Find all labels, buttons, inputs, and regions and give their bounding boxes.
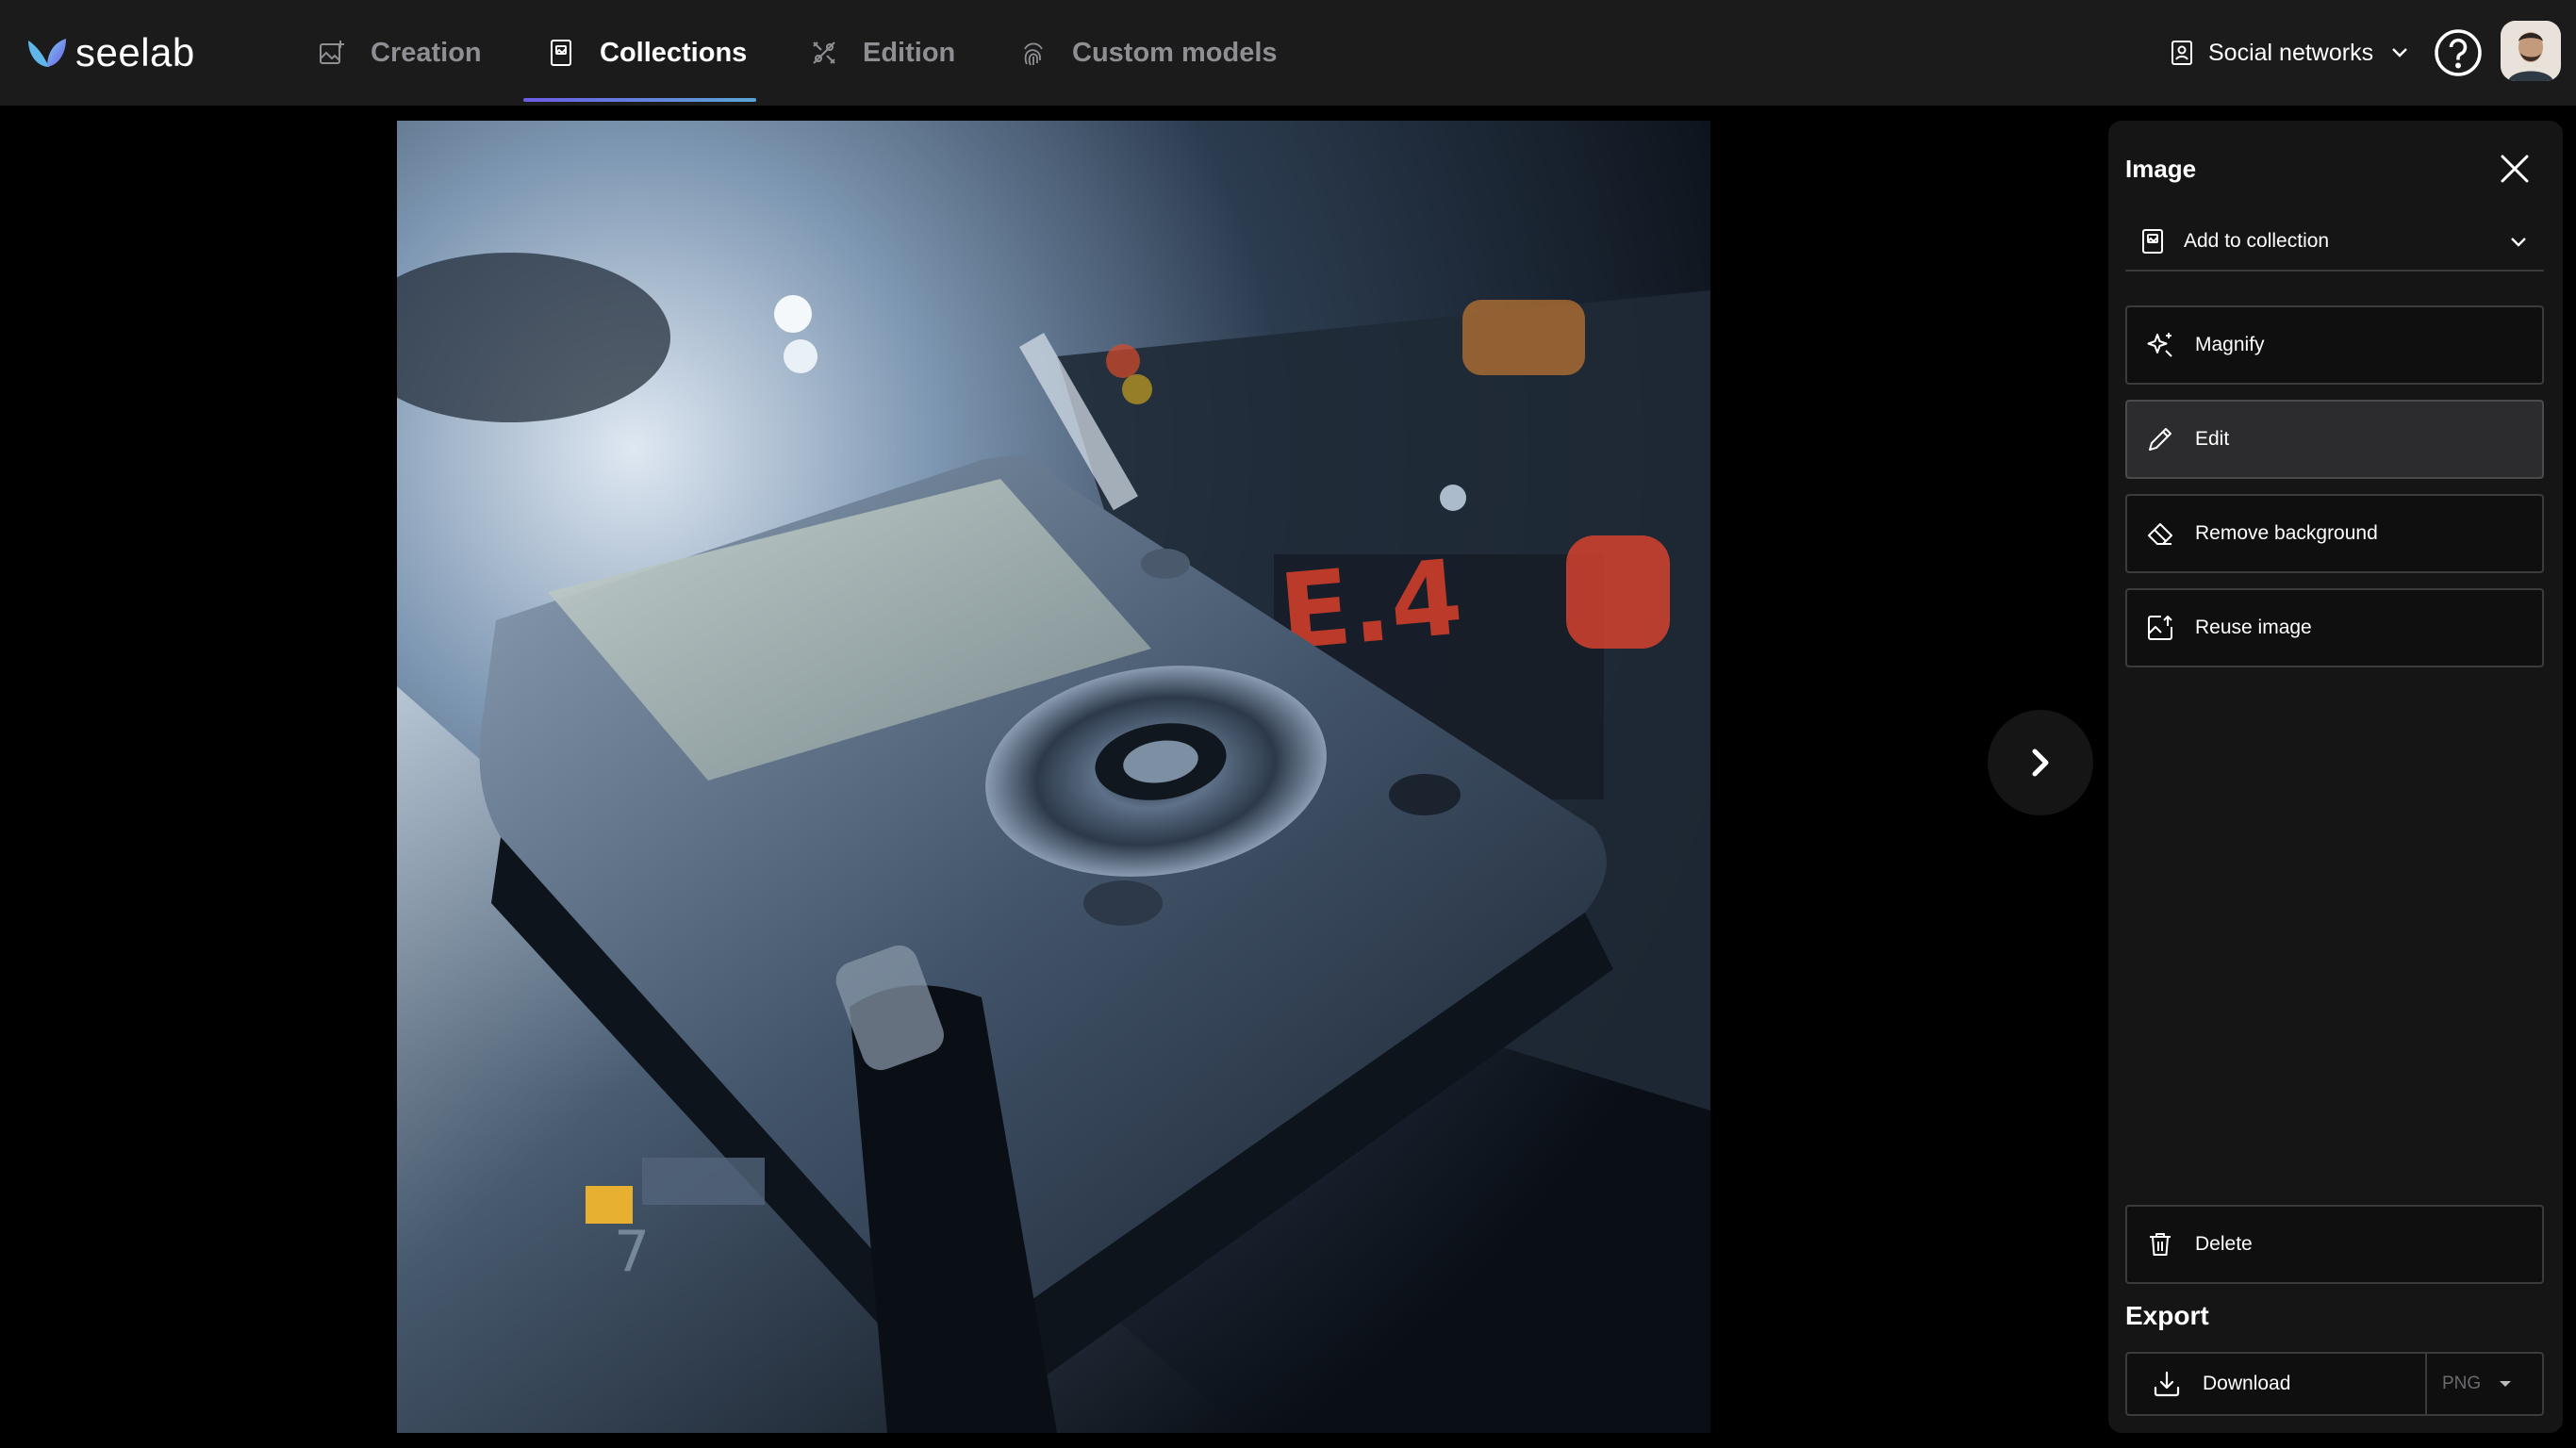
- workspace-icon: [2171, 41, 2192, 65]
- export-format-select[interactable]: PNG: [2427, 1354, 2542, 1414]
- delete-button[interactable]: Delete: [2125, 1205, 2544, 1284]
- tab-creation-label: Creation: [371, 37, 482, 68]
- sparkles-icon: [2144, 329, 2176, 361]
- chevron-down-icon: [2511, 238, 2526, 247]
- reuse-image-label: Reuse image: [2195, 617, 2312, 638]
- edit-label: Edit: [2195, 428, 2230, 450]
- remove-background-label: Remove background: [2195, 522, 2378, 544]
- export-heading: Export: [2125, 1301, 2209, 1330]
- tab-custom-models-label: Custom models: [1072, 37, 1278, 68]
- reuse-image-icon: [2144, 612, 2176, 644]
- magnify-label: Magnify: [2195, 334, 2265, 355]
- download-label: Download: [2203, 1373, 2291, 1394]
- help-icon[interactable]: [2433, 27, 2484, 78]
- user-avatar[interactable]: [2501, 21, 2561, 81]
- seelab-logo[interactable]: seelab: [26, 28, 195, 77]
- add-to-collection-dropdown[interactable]: Add to collection: [2125, 213, 2544, 272]
- download-button[interactable]: Download: [2127, 1354, 2427, 1414]
- remove-background-button[interactable]: Remove background: [2125, 494, 2544, 573]
- chevron-right-icon: [2032, 749, 2049, 777]
- delete-label: Delete: [2195, 1233, 2253, 1255]
- close-icon[interactable]: [2495, 149, 2535, 189]
- magnify-button[interactable]: Magnify: [2125, 305, 2544, 385]
- tab-edition-label: Edition: [863, 37, 956, 68]
- next-image-button[interactable]: [1988, 710, 2093, 815]
- reuse-image-button[interactable]: Reuse image: [2125, 588, 2544, 667]
- workspace-label: Social networks: [2208, 39, 2374, 66]
- brand-name: seelab: [75, 30, 195, 74]
- active-tab-indicator: [523, 98, 756, 102]
- edit-button[interactable]: Edit: [2125, 400, 2544, 479]
- chevron-down-icon: [2392, 48, 2407, 58]
- collection-icon: [545, 37, 577, 69]
- collection-icon: [2142, 229, 2163, 254]
- panel-title: Image: [2125, 155, 2197, 183]
- top-navigation-bar: seelab Creation Collections Edition Cust…: [0, 0, 2576, 106]
- image-plus-icon: [316, 37, 348, 69]
- tab-collections-label: Collections: [600, 37, 748, 68]
- pencil-icon: [2144, 423, 2176, 455]
- tab-creation[interactable]: Creation: [316, 0, 482, 106]
- tab-edition[interactable]: Edition: [808, 0, 955, 106]
- seelab-logo-icon: [28, 39, 66, 67]
- trash-icon: [2144, 1228, 2176, 1260]
- eraser-icon: [2144, 518, 2176, 550]
- workspace-selector[interactable]: Social networks: [2169, 32, 2413, 74]
- caret-down-icon: [2500, 1381, 2512, 1387]
- download-icon: [2154, 1371, 2180, 1397]
- main-image: E.4 7: [397, 121, 1710, 1433]
- svg-text:7: 7: [614, 1219, 650, 1285]
- fingerprint-icon: [1017, 37, 1049, 69]
- edition-tools-icon: [808, 37, 840, 69]
- image-details-panel: Image Add to collection Magnify Edit Rem…: [2108, 121, 2563, 1433]
- add-to-collection-label: Add to collection: [2184, 230, 2330, 252]
- tab-collections[interactable]: Collections: [545, 0, 747, 106]
- download-group: Download PNG: [2125, 1352, 2544, 1416]
- export-format-value: PNG: [2442, 1374, 2482, 1393]
- tab-custom-models[interactable]: Custom models: [1017, 0, 1278, 106]
